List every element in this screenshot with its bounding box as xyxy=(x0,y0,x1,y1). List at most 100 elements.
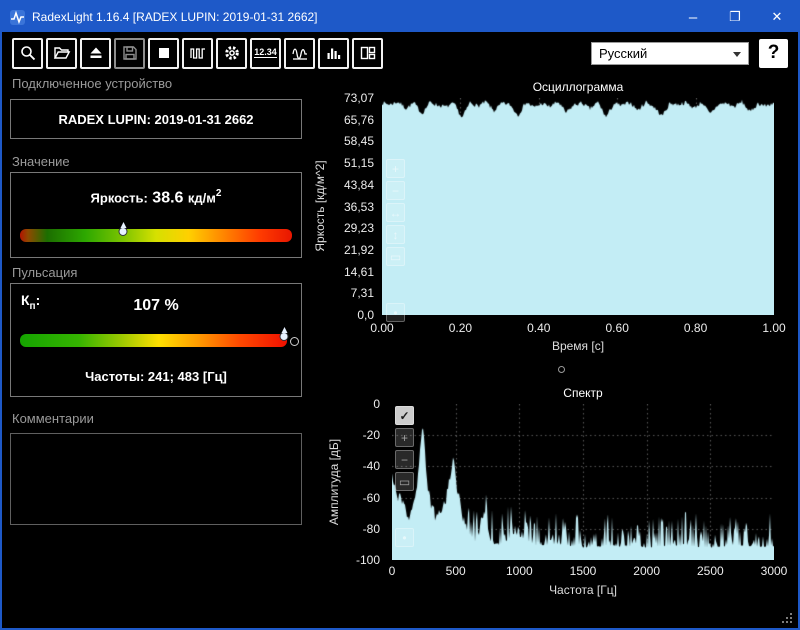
pulsation-marker-droplet xyxy=(280,332,289,341)
oscillogram-plot[interactable] xyxy=(382,98,774,315)
window-title: RadexLight 1.16.4 [RADEX LUPIN: 2019-01-… xyxy=(32,10,318,24)
tick-label: 58,45 xyxy=(344,134,374,148)
tick-label: 73,07 xyxy=(344,91,374,105)
chart-tool-rect-button[interactable]: ▭ xyxy=(386,247,405,266)
oscillogram-y-ticks: 73,0765,7658,4551,1543,8436,5329,2321,92… xyxy=(320,98,378,315)
toolbar: 12.34 Русский ? xyxy=(2,34,798,72)
eject-button[interactable] xyxy=(80,38,111,69)
tick-label: 0 xyxy=(373,397,380,411)
tick-label: 0,0 xyxy=(357,308,374,322)
resize-grip[interactable] xyxy=(780,611,792,623)
layout-icon xyxy=(359,44,377,62)
eject-icon xyxy=(87,44,105,62)
spectrum-y-ticks: 0-20-40-60-80-100 xyxy=(336,404,384,560)
chart-tool-rect-button[interactable]: ▭ xyxy=(395,472,414,491)
device-name: RADEX LUPIN: 2019-01-31 2662 xyxy=(58,112,253,127)
pulse-button[interactable] xyxy=(182,38,213,69)
tick-label: 0.60 xyxy=(606,321,629,335)
pulsation-heading: Пульсация xyxy=(12,265,77,280)
minimize-icon: – xyxy=(689,9,697,26)
spectrum-tool-overlay: ✓ + − ▭ • xyxy=(395,406,414,547)
tick-label: -40 xyxy=(363,459,380,473)
app-icon xyxy=(10,10,25,25)
tick-label: -20 xyxy=(363,428,380,442)
language-select-value: Русский xyxy=(599,46,647,61)
frequencies-text: Частоты: 241; 483 [Гц] xyxy=(11,369,301,384)
oscillogram-x-ticks: 0.000.200.400.600.801.00 xyxy=(382,321,774,335)
chart-tool-plus-button[interactable]: + xyxy=(386,159,405,178)
language-select[interactable]: Русский xyxy=(591,42,749,65)
chart-tool-arrows-v-button[interactable]: ↕ xyxy=(386,225,405,244)
help-button[interactable]: ? xyxy=(759,39,788,68)
pulsation-box: Кп: 107 % Частоты: 241; 483 [Гц] xyxy=(10,283,302,397)
tick-label: 500 xyxy=(446,564,466,578)
chart-tool-checkbox-checked-button[interactable]: ✓ xyxy=(395,406,414,425)
tick-label: 1000 xyxy=(506,564,533,578)
oscillogram-view-button[interactable] xyxy=(284,38,315,69)
oscillogram-view-icon xyxy=(291,44,309,62)
chart-separator-dot xyxy=(558,366,565,373)
connected-device-heading: Подключенное устройство xyxy=(12,76,172,91)
brightness-scale-bar xyxy=(20,229,292,242)
oscillogram-title: Осциллограмма xyxy=(382,80,774,94)
value-display-button[interactable]: 12.34 xyxy=(250,38,281,69)
device-name-box: RADEX LUPIN: 2019-01-31 2662 xyxy=(10,99,302,139)
tick-label: 0.40 xyxy=(527,321,550,335)
comments-input[interactable] xyxy=(11,434,301,524)
chart-tool-minus-button[interactable]: − xyxy=(386,181,405,200)
app-window: RadexLight 1.16.4 [RADEX LUPIN: 2019-01-… xyxy=(0,0,800,630)
spectrum-view-icon xyxy=(325,44,343,62)
titlebar: RadexLight 1.16.4 [RADEX LUPIN: 2019-01-… xyxy=(2,2,798,32)
brightness-unit: кд/м xyxy=(188,190,216,205)
chart-tool-plus-button[interactable]: + xyxy=(395,428,414,447)
search-button[interactable] xyxy=(12,38,43,69)
tick-label: 51,15 xyxy=(344,156,374,170)
pulsation-value: 107 % xyxy=(11,297,301,315)
chart-tool-dot-button[interactable]: • xyxy=(386,303,405,322)
chart-tool-minus-button[interactable]: − xyxy=(395,450,414,469)
open-icon xyxy=(53,44,71,62)
chart-tool-arrows-h-button[interactable]: ↔ xyxy=(386,203,405,222)
tick-label: 7,31 xyxy=(351,286,374,300)
help-icon: ? xyxy=(768,42,780,64)
window-controls: – ❐ ✕ xyxy=(672,2,798,32)
spectrum-title: Спектр xyxy=(392,386,774,400)
brightness-unit-exponent: 2 xyxy=(216,188,222,199)
tick-label: 65,76 xyxy=(344,113,374,127)
layout-button[interactable] xyxy=(352,38,383,69)
save-icon xyxy=(121,44,139,62)
chart-tool-dot-button[interactable]: • xyxy=(395,528,414,547)
tick-label: 43,84 xyxy=(344,178,374,192)
open-button[interactable] xyxy=(46,38,77,69)
stop-icon xyxy=(155,44,173,62)
pulse-icon xyxy=(189,44,207,62)
tick-label: 21,92 xyxy=(344,243,374,257)
tick-label: 1500 xyxy=(570,564,597,578)
tick-label: 29,23 xyxy=(344,221,374,235)
close-button[interactable]: ✕ xyxy=(756,2,798,32)
chevron-down-icon xyxy=(733,52,741,57)
brightness-marker-droplet xyxy=(119,227,128,236)
save-button[interactable] xyxy=(114,38,145,69)
tick-label: 1.00 xyxy=(762,321,785,335)
brightness-value: 38.6 xyxy=(152,189,183,206)
search-icon xyxy=(19,44,37,62)
brightness-readout: Яркость: 38.6 кд/м2 xyxy=(11,188,301,207)
spectrum-plot[interactable] xyxy=(392,404,774,560)
settings-button[interactable] xyxy=(216,38,247,69)
close-icon: ✕ xyxy=(772,9,783,25)
oscillogram-tool-overlay: + − ↔ ↕ ▭ • xyxy=(386,159,405,322)
stop-button[interactable] xyxy=(148,38,179,69)
value-box: Яркость: 38.6 кд/м2 xyxy=(10,172,302,258)
value-heading: Значение xyxy=(12,154,70,169)
spectrum-x-axis-label: Частота [Гц] xyxy=(392,583,774,597)
tick-label: -60 xyxy=(363,491,380,505)
minimize-button[interactable]: – xyxy=(672,2,714,32)
tick-label: -80 xyxy=(363,522,380,536)
spectrum-view-button[interactable] xyxy=(318,38,349,69)
tick-label: 36,53 xyxy=(344,200,374,214)
tick-label: 0 xyxy=(389,564,396,578)
maximize-button[interactable]: ❐ xyxy=(714,2,756,32)
brightness-label: Яркость: xyxy=(91,190,148,205)
spectrum-x-ticks: 050010001500200025003000 xyxy=(392,564,774,578)
